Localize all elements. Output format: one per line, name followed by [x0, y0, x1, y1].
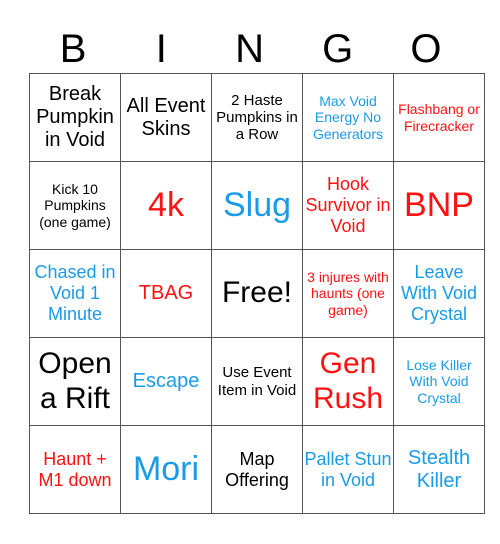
bingo-cell[interactable]: Slug	[211, 161, 303, 250]
bingo-cell[interactable]: Free!	[211, 249, 303, 338]
bingo-cell-text: Mori	[132, 449, 200, 488]
bingo-cell-text: Lose Killer With Void Crystal	[406, 357, 472, 406]
bingo-cell-text: Open a Rift	[38, 347, 112, 415]
bingo-row: Chased in Void 1 Minute TBAG Free! 3 injure…	[29, 249, 485, 338]
bingo-cell-text: Use Event Item in Void	[217, 364, 297, 399]
bingo-cell-text: Break Pumpkin in Void	[36, 83, 114, 151]
bingo-cell-text: 3 injures with haunts (one game)	[307, 269, 389, 318]
bingo-row: Haunt + M1 down Mori Map Offering Pallet St…	[29, 425, 485, 514]
bingo-cell[interactable]: TBAG	[120, 249, 212, 338]
header-letter-i: I	[155, 27, 167, 71]
bingo-cell[interactable]: Mori	[120, 425, 212, 514]
bingo-cell[interactable]: Break Pumpkin in Void	[29, 73, 121, 162]
bingo-cell-text: BNP	[404, 185, 474, 224]
bingo-cell[interactable]: Flashbang or Firecracker	[393, 73, 485, 162]
bingo-cell[interactable]: Map Offering	[211, 425, 303, 514]
bingo-cell[interactable]: Use Event Item in Void	[211, 337, 303, 426]
bingo-cell-text: Leave With Void Crystal	[400, 262, 478, 324]
bingo-cell[interactable]: Haunt + M1 down	[29, 425, 121, 514]
bingo-cell[interactable]: Gen Rush	[302, 337, 394, 426]
bingo-cell[interactable]: Escape	[120, 337, 212, 426]
bingo-cell[interactable]: Hook Survivor in Void	[302, 161, 394, 250]
bingo-cell[interactable]: Chased in Void 1 Minute	[29, 249, 121, 338]
header-letter-n: N	[235, 27, 264, 71]
bingo-cell-text: Flashbang or Firecracker	[398, 101, 480, 134]
bingo-cell[interactable]: Lose Killer With Void Crystal	[393, 337, 485, 426]
bingo-header: B I N G O	[29, 26, 470, 73]
bingo-cell-text: TBAG	[138, 282, 194, 304]
bingo-cell-text: Kick 10 Pumpkins (one game)	[39, 181, 111, 230]
bingo-cell[interactable]: Stealth Killer	[393, 425, 485, 514]
bingo-cell[interactable]: Kick 10 Pumpkins (one game)	[29, 161, 121, 250]
bingo-cell[interactable]: 4k	[120, 161, 212, 250]
header-letter-b: B	[59, 27, 87, 71]
bingo-cell-text: Gen Rush	[312, 347, 384, 415]
bingo-row: Open a Rift Escape Use Event Item in Void G…	[29, 337, 485, 426]
bingo-cell[interactable]: Open a Rift	[29, 337, 121, 426]
bingo-cell-text: 2 Haste Pumpkins in a Row	[216, 91, 298, 144]
bingo-cell-text: All Event Skins	[126, 94, 206, 140]
bingo-cell-text: Free!	[221, 276, 293, 310]
bingo-cell-text: Map Offering	[225, 448, 289, 490]
bingo-cell[interactable]: All Event Skins	[120, 73, 212, 162]
bingo-cell[interactable]: Max Void Energy No Generators	[302, 73, 394, 162]
bingo-cell[interactable]: BNP	[393, 161, 485, 250]
bingo-cell-text: Hook Survivor in Void	[305, 174, 391, 236]
bingo-cell[interactable]: Leave With Void Crystal	[393, 249, 485, 338]
bingo-cell[interactable]: 3 injures with haunts (one game)	[302, 249, 394, 338]
bingo-cell-text: Chased in Void 1 Minute	[34, 262, 116, 324]
bingo-cell[interactable]: 2 Haste Pumpkins in a Row	[211, 73, 303, 162]
bingo-cell[interactable]: Pallet Stun in Void	[302, 425, 394, 514]
bingo-cell-text: Max Void Energy No Generators	[312, 93, 384, 142]
bingo-cell-text: Haunt + M1 down	[38, 448, 112, 490]
bingo-cell-text: Stealth Killer	[407, 446, 471, 492]
bingo-cell-text: Pallet Stun in Void	[304, 448, 392, 490]
bingo-grid: Break Pumpkin in Void All Event Skins 2 Ha…	[29, 73, 485, 514]
header-letter-o: O	[410, 27, 442, 71]
bingo-cell-text: Escape	[132, 370, 200, 392]
bingo-cell-text: 4k	[148, 185, 184, 224]
header-letter-g: G	[322, 27, 354, 71]
bingo-row: Break Pumpkin in Void All Event Skins 2 Ha…	[29, 73, 485, 162]
bingo-cell-text: Slug	[222, 185, 292, 224]
bingo-row: Kick 10 Pumpkins (one game) 4k Slug Hook Su…	[29, 161, 485, 250]
